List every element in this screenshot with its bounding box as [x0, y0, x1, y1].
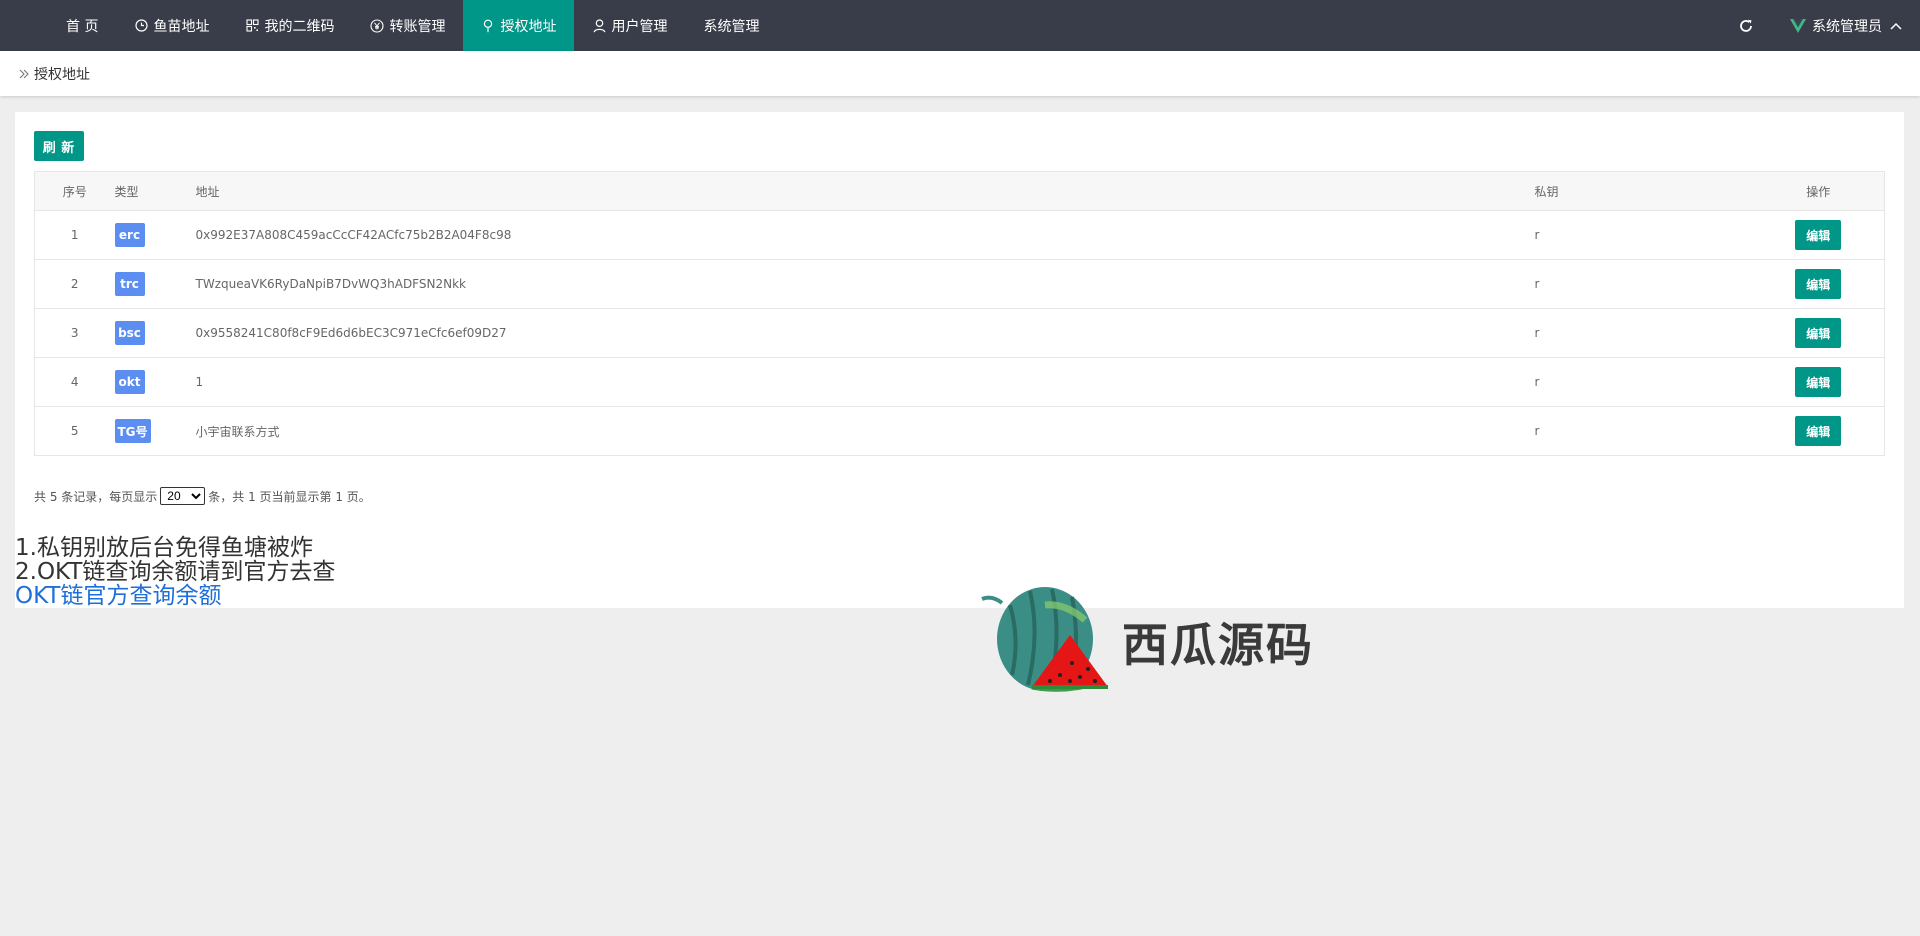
col-header-type: 类型 [114, 171, 196, 211]
table-header-row: 序号 类型 地址 私钥 操作 [34, 171, 1885, 211]
admin-menu[interactable]: 系统管理员 [1790, 16, 1920, 36]
edit-button[interactable]: 编辑 [1795, 318, 1842, 348]
row-index: 5 [34, 406, 115, 456]
row-address: TWzqueaVK6RyDaNpiB7DvWQ3hADFSN2Nkk [195, 259, 1535, 309]
nav-item-qrcode[interactable]: 我的二维码 [227, 0, 352, 51]
nav-item-authorized-address[interactable]: 授权地址 [463, 0, 575, 51]
nav-item-user-management[interactable]: 用户管理 [574, 0, 685, 51]
nav-item-system-management[interactable]: 系统管理 [685, 0, 777, 51]
watermark: 西瓜源码 [980, 585, 1340, 700]
type-badge: trc [114, 272, 145, 296]
table-row: 3 bsc 0x9558241C80f8cF9Ed6d6bEC3C971eCfc… [34, 308, 1885, 358]
nav-item-label: 用户管理 [611, 18, 668, 35]
double-chevron-right-icon [18, 68, 30, 80]
row-index: 1 [34, 210, 115, 260]
chevron-up-icon [1890, 22, 1902, 30]
admin-label: 系统管理员 [1812, 18, 1882, 35]
nav-item-label: 转账管理 [389, 18, 446, 35]
table-row: 5 TG号 小宇宙联系方式 r 编辑 [34, 406, 1885, 456]
address-table: 序号 类型 地址 私钥 操作 1 erc 0x992E37A808C459acC… [34, 171, 1885, 456]
refresh-icon[interactable] [1736, 16, 1756, 36]
main-card: 刷 新 序号 类型 地址 私钥 操作 1 erc 0x992E37A808C45… [15, 112, 1904, 536]
nav-menu: 首 页 鱼苗地址 我的二维码 转账管理 授权地址 用户管理 系统管理 [0, 0, 777, 51]
row-private-key: r [1534, 357, 1753, 407]
watermark-text: 西瓜源码 [1122, 618, 1314, 672]
col-header-index: 序号 [34, 171, 115, 211]
nav-item-label: 我的二维码 [264, 18, 335, 35]
nav-item-label: 授权地址 [500, 18, 557, 35]
row-private-key: r [1534, 210, 1753, 260]
nav-item-fish-address[interactable]: 鱼苗地址 [116, 0, 227, 51]
row-address: 小宇宙联系方式 [195, 406, 1535, 456]
yen-icon [370, 18, 385, 33]
row-private-key: r [1534, 308, 1753, 358]
qrcode-icon [245, 19, 259, 33]
type-badge: okt [114, 370, 145, 394]
nav-item-label: 鱼苗地址 [153, 18, 210, 35]
nav-item-label: 系统管理 [703, 18, 760, 35]
watermelon-logo-icon [981, 587, 1108, 692]
row-private-key: r [1534, 259, 1753, 309]
type-badge: bsc [114, 321, 145, 345]
nav-right: 系统管理员 [1736, 0, 1920, 51]
row-address: 0x9558241C80f8cF9Ed6d6bEC3C971eCfc6ef09D… [195, 308, 1535, 358]
edit-button[interactable]: 编辑 [1795, 367, 1842, 397]
col-header-address: 地址 [195, 171, 1535, 211]
vue-logo-icon [1790, 18, 1806, 33]
col-header-action: 操作 [1752, 171, 1885, 211]
pager-suffix: 条，共 1 页当前显示第 1 页。 [208, 489, 371, 504]
table-row: 2 trc TWzqueaVK6RyDaNpiB7DvWQ3hADFSN2Nkk… [34, 259, 1885, 309]
page-size-select[interactable]: 20 [160, 487, 206, 505]
clock-icon [134, 19, 148, 33]
col-header-private-key: 私钥 [1534, 171, 1753, 211]
location-pin-icon [481, 19, 495, 33]
edit-button[interactable]: 编辑 [1795, 269, 1842, 299]
row-index: 3 [34, 308, 115, 358]
table-row: 4 okt 1 r 编辑 [34, 357, 1885, 407]
notes-panel: 1.私钥别放后台免得鱼塘被炸 2.OKT链查询余额请到官方去查 OKT链官方查询… [15, 536, 1904, 608]
breadcrumb: 授权地址 [0, 51, 1920, 96]
row-address: 1 [195, 357, 1535, 407]
pager-prefix: 共 5 条记录，每页显示 [34, 489, 158, 504]
nav-item-label: 首 页 [66, 18, 99, 35]
okt-official-balance-link[interactable]: OKT链官方查询余额 [15, 584, 1904, 608]
note-okt-balance: 2.OKT链查询余额请到官方去查 [15, 559, 336, 585]
pagination-info: 共 5 条记录，每页显示 20 条，共 1 页当前显示第 1 页。 [34, 487, 371, 505]
breadcrumb-label: 授权地址 [34, 66, 90, 83]
nav-item-transfer[interactable]: 转账管理 [352, 0, 463, 51]
type-badge: TG号 [114, 419, 151, 443]
edit-button[interactable]: 编辑 [1795, 416, 1842, 446]
table-row: 1 erc 0x992E37A808C459acCcCF42ACfc75b2B2… [34, 210, 1885, 260]
note-private-key: 1.私钥别放后台免得鱼塘被炸 [15, 535, 313, 561]
type-badge: erc [114, 223, 145, 247]
row-index: 4 [34, 357, 115, 407]
row-address: 0x992E37A808C459acCcCF42ACfc75b2B2A04F8c… [195, 210, 1535, 260]
edit-button[interactable]: 编辑 [1795, 220, 1842, 250]
refresh-button[interactable]: 刷 新 [34, 131, 84, 161]
top-nav: 首 页 鱼苗地址 我的二维码 转账管理 授权地址 用户管理 系统管理 系统管理员 [0, 0, 1920, 51]
row-private-key: r [1534, 406, 1753, 456]
nav-item-home[interactable]: 首 页 [48, 0, 116, 51]
row-index: 2 [34, 259, 115, 309]
user-icon [592, 18, 606, 33]
